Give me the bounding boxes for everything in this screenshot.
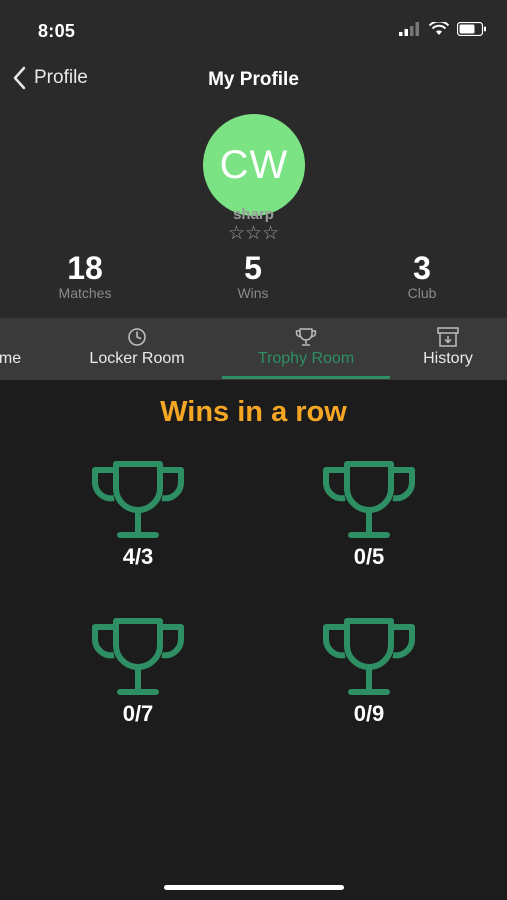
stat-label: Club (407, 285, 437, 301)
trophy-icon (322, 461, 416, 538)
trophy-progress: 4/3 (122, 544, 154, 569)
tab-bar: me Locker Room Trophy Room History (0, 318, 507, 380)
stat-label: Matches (58, 285, 112, 301)
trophy-icon (322, 618, 416, 695)
stat-club: 3 Club (362, 250, 482, 300)
trophy-icon (91, 461, 185, 538)
tab-label: Locker Room (89, 350, 185, 367)
archive-icon (437, 327, 459, 347)
stat-label: Wins (237, 285, 269, 301)
status-bar: 8:05 (0, 0, 507, 60)
status-icons (399, 22, 487, 36)
trophy-icon (295, 328, 317, 346)
trophy-item[interactable]: 0/5 (309, 460, 429, 570)
home-indicator[interactable] (164, 885, 344, 890)
wifi-icon (429, 22, 449, 35)
signal-icon (399, 22, 419, 36)
rating-stars: ☆☆☆ (227, 223, 280, 244)
trophy-item[interactable]: 0/9 (309, 617, 429, 727)
section-title: Wins in a row (160, 396, 347, 428)
navigation-bar: Profile My Profile (0, 60, 507, 104)
trophy-item[interactable]: 0/7 (78, 617, 198, 727)
avatar[interactable]: CW (203, 114, 305, 216)
avatar-initials: CW (219, 142, 289, 187)
trophy-progress: 0/7 (122, 701, 154, 726)
tab-label: me (0, 350, 22, 367)
tab-home[interactable]: me (0, 318, 40, 380)
tab-history[interactable]: History (400, 318, 496, 380)
username: sharp (233, 206, 274, 223)
tab-label: History (423, 350, 473, 367)
tab-locker-room[interactable]: Locker Room (72, 318, 202, 380)
battery-icon (457, 22, 486, 36)
trophy-item[interactable]: 4/3 (78, 460, 198, 570)
trophy-progress: 0/5 (353, 544, 385, 569)
stat-wins: 5 Wins (193, 250, 313, 300)
stat-value: 3 (413, 250, 431, 286)
tab-trophy-room[interactable]: Trophy Room (222, 318, 390, 380)
clock-icon (128, 328, 146, 346)
active-tab-indicator (222, 376, 390, 379)
trophy-icon (91, 618, 185, 695)
page-title: My Profile (208, 69, 299, 90)
status-time: 8:05 (38, 21, 76, 41)
stat-matches: 18 Matches (25, 250, 145, 300)
trophy-progress: 0/9 (353, 701, 385, 726)
tab-label: Trophy Room (257, 350, 355, 367)
stat-value: 5 (244, 250, 262, 286)
stat-value: 18 (67, 250, 103, 286)
